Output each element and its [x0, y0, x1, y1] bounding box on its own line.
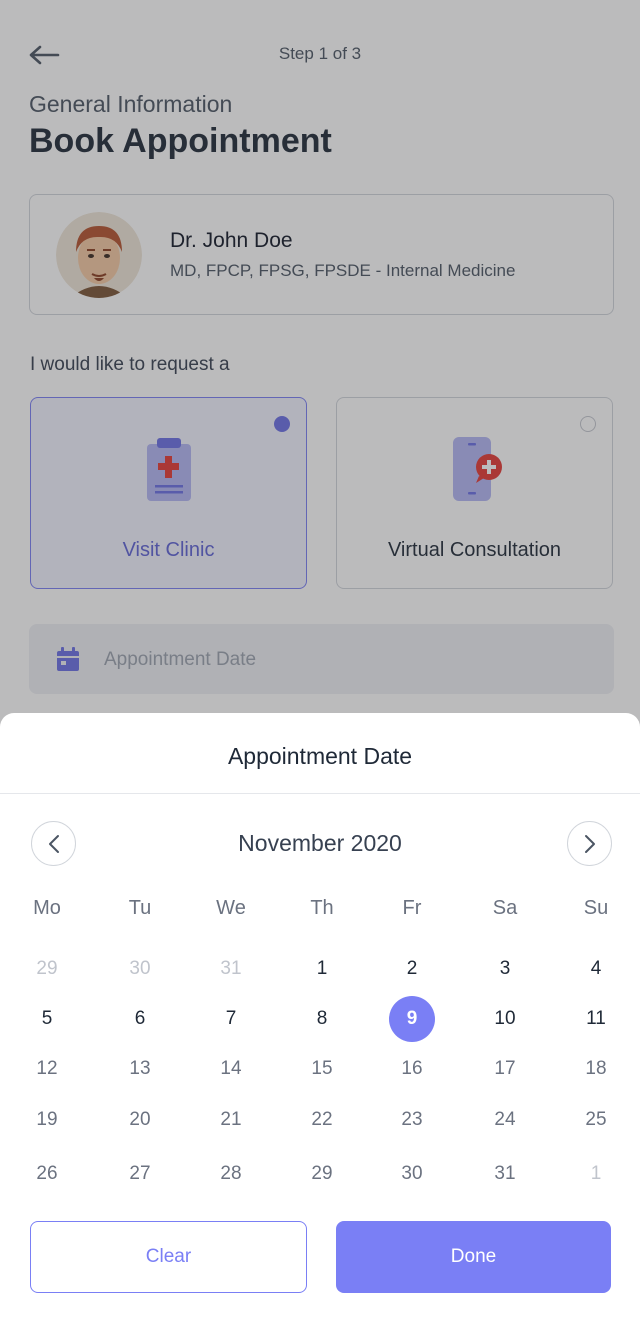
- calendar-day[interactable]: 24: [482, 1097, 528, 1143]
- calendar-day[interactable]: 3: [482, 946, 528, 992]
- calendar-day[interactable]: 1: [573, 1151, 619, 1197]
- weekday-label: Su: [583, 897, 609, 919]
- calendar-day[interactable]: 13: [117, 1046, 163, 1092]
- calendar-day[interactable]: 6: [117, 996, 163, 1042]
- month-label: November 2020: [238, 830, 402, 856]
- calendar-day[interactable]: 1: [299, 946, 345, 992]
- clear-button[interactable]: Clear: [30, 1221, 307, 1293]
- calendar-day[interactable]: 11: [573, 996, 619, 1042]
- calendar-day[interactable]: 8: [299, 996, 345, 1042]
- calendar-day[interactable]: 29: [24, 946, 70, 992]
- calendar-day[interactable]: 26: [24, 1151, 70, 1197]
- calendar-day-selected[interactable]: 9: [389, 996, 435, 1042]
- calendar-day[interactable]: 4: [573, 946, 619, 992]
- calendar-day[interactable]: 23: [389, 1097, 435, 1143]
- calendar-day[interactable]: 14: [208, 1046, 254, 1092]
- calendar-day[interactable]: 15: [299, 1046, 345, 1092]
- sheet-title: Appointment Date: [227, 743, 413, 769]
- calendar-day[interactable]: 10: [482, 996, 528, 1042]
- date-picker-sheet: Appointment Date November 2020 Mo Tu We Th F…: [0, 713, 640, 1323]
- calendar-day[interactable]: 28: [208, 1151, 254, 1197]
- calendar-day[interactable]: 16: [389, 1046, 435, 1092]
- calendar-day[interactable]: 31: [208, 946, 254, 992]
- calendar-day[interactable]: 25: [573, 1097, 619, 1143]
- calendar-day[interactable]: 27: [117, 1151, 163, 1197]
- calendar-day[interactable]: 30: [117, 946, 163, 992]
- chevron-right-icon: [584, 834, 595, 853]
- weekday-label: We: [216, 897, 246, 919]
- weekday-label: Fr: [402, 897, 422, 919]
- calendar-day[interactable]: 18: [573, 1046, 619, 1092]
- calendar-day[interactable]: 17: [482, 1046, 528, 1092]
- calendar-day[interactable]: 31: [482, 1151, 528, 1197]
- weekday-label: Th: [310, 897, 334, 919]
- weekday-label: Tu: [128, 897, 152, 919]
- calendar-day[interactable]: 2: [389, 946, 435, 992]
- calendar-day[interactable]: 22: [299, 1097, 345, 1143]
- calendar-day[interactable]: 7: [208, 996, 254, 1042]
- sheet-divider: [0, 793, 640, 794]
- next-month-button[interactable]: [567, 821, 612, 866]
- done-button[interactable]: Done: [336, 1221, 611, 1293]
- calendar-day[interactable]: 19: [24, 1097, 70, 1143]
- calendar-day[interactable]: 20: [117, 1097, 163, 1143]
- calendar-day[interactable]: 12: [24, 1046, 70, 1092]
- calendar-day[interactable]: 29: [299, 1151, 345, 1197]
- weekday-label: Mo: [33, 897, 61, 919]
- weekday-label: Sa: [492, 897, 518, 919]
- calendar-day[interactable]: 30: [389, 1151, 435, 1197]
- calendar-day[interactable]: 21: [208, 1097, 254, 1143]
- calendar-day[interactable]: 5: [24, 996, 70, 1042]
